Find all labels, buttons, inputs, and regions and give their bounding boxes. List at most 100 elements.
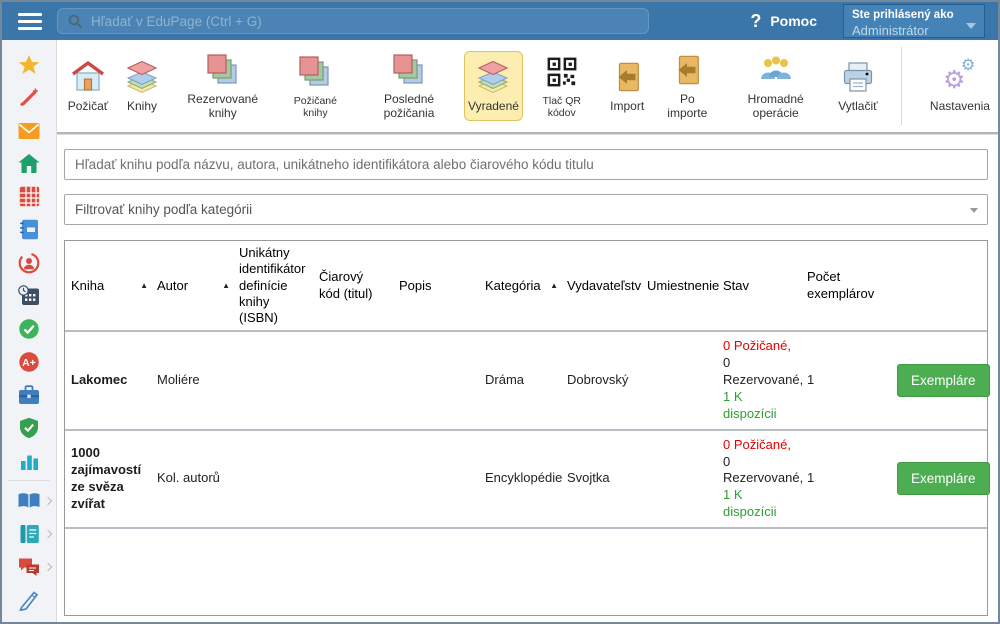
sidebar-item-calendar[interactable] bbox=[2, 279, 56, 312]
cell-ciarovy-kod bbox=[313, 473, 393, 485]
sidebar-item-substitution[interactable] bbox=[2, 246, 56, 279]
toolbar-item-posledne-pozicania[interactable]: Posledné požičania bbox=[354, 44, 463, 128]
sidebar-item-wizard[interactable] bbox=[2, 81, 56, 114]
hamburger-menu-icon[interactable] bbox=[2, 13, 57, 30]
cell-actions: Exempláre bbox=[891, 456, 996, 501]
sidebar-item-communication[interactable] bbox=[2, 550, 56, 583]
toolbar-item-import[interactable]: Import bbox=[600, 51, 654, 121]
sidebar-item-homework[interactable] bbox=[2, 583, 56, 616]
category-filter-select[interactable]: Filtrovať knihy podľa kategórii bbox=[64, 194, 988, 225]
toolbar-item-vytlacit[interactable]: Vytlačiť bbox=[831, 51, 885, 121]
toolbar-item-vyradene[interactable]: Vyradené bbox=[464, 51, 524, 121]
cell-autor: Kol. autorů bbox=[151, 464, 233, 493]
sidebar-item-grades[interactable]: A+ bbox=[2, 345, 56, 378]
status-available: 1 K dispozícii bbox=[723, 389, 776, 421]
documents-icon bbox=[19, 524, 40, 544]
toolbar-item-pozicane-knihy[interactable]: Požičané knihy bbox=[276, 46, 354, 126]
sort-asc-icon[interactable]: ▲ bbox=[140, 281, 148, 291]
sidebar-item-star[interactable] bbox=[2, 48, 56, 81]
column-header-isbn[interactable]: Unikátny identifikátor definície knihy (… bbox=[233, 241, 313, 330]
cell-actions: Exempláre bbox=[891, 358, 996, 403]
shield-check-icon bbox=[19, 417, 39, 439]
star-icon bbox=[18, 54, 40, 76]
toolbar-item-hromadne-operacie[interactable]: Hromadné operácie bbox=[720, 44, 831, 128]
bar-chart-icon bbox=[19, 451, 40, 471]
chevron-right-icon bbox=[44, 530, 52, 538]
cell-ciarovy-kod bbox=[313, 374, 393, 386]
toolbar-item-knihy[interactable]: Knihy bbox=[115, 51, 169, 121]
toolbar-item-pozicat[interactable]: Požičať bbox=[61, 51, 115, 121]
briefcase-icon bbox=[18, 385, 40, 405]
column-header-kategoria[interactable]: Kategória ▲ bbox=[479, 241, 561, 330]
cell-isbn bbox=[233, 473, 313, 485]
stacked-books-icon bbox=[391, 52, 427, 88]
global-search-input[interactable] bbox=[91, 14, 611, 29]
cell-kategoria: Dráma bbox=[479, 366, 561, 395]
question-mark-icon: ? bbox=[750, 11, 761, 32]
toolbar-label: Import bbox=[610, 100, 644, 114]
toolbar-label: Po importe bbox=[660, 93, 714, 121]
column-header-stav[interactable]: Stav bbox=[717, 241, 801, 330]
cell-stav: 0 Požičané, 0 Rezervované, 1 K dispozíci… bbox=[717, 332, 801, 428]
cell-umiestnenie bbox=[641, 374, 717, 386]
exemplare-button[interactable]: Exempláre bbox=[897, 364, 990, 397]
qr-code-icon bbox=[546, 56, 578, 88]
layers-icon bbox=[123, 59, 161, 95]
toolbar-item-po-importe[interactable]: Po importe bbox=[654, 44, 720, 128]
toolbar-label: Nastavenia bbox=[930, 100, 990, 114]
person-sync-icon bbox=[18, 252, 40, 274]
column-header-vydavatelstvo[interactable]: Vydavateľstv bbox=[561, 241, 641, 330]
column-header-autor[interactable]: Autor ▲ bbox=[151, 241, 233, 330]
sidebar-item-home[interactable] bbox=[2, 147, 56, 180]
toolbar-label: Vytlačiť bbox=[838, 100, 877, 114]
column-header-popis[interactable]: Popis bbox=[393, 241, 479, 330]
toolbar-label: Vyradené bbox=[468, 100, 519, 114]
column-header-kniha[interactable]: Kniha ▲ bbox=[65, 241, 151, 330]
exemplare-button[interactable]: Exempláre bbox=[897, 462, 990, 495]
user-menu[interactable]: Ste prihlásený ako Administrátor bbox=[843, 4, 985, 38]
column-header-ciarovy-kod[interactable]: Čiarový kód (titul) bbox=[313, 241, 393, 330]
cell-pocet-exemplarov: 1 bbox=[801, 366, 891, 395]
sidebar-item-attendance[interactable] bbox=[2, 312, 56, 345]
column-header-pocet-exemplarov[interactable]: Počet exemplárov bbox=[801, 241, 891, 330]
toolbar-item-tlac-qr-kodov[interactable]: Tlač QR kódov bbox=[523, 46, 600, 126]
sidebar-item-documents[interactable] bbox=[2, 517, 56, 550]
stacked-books-icon bbox=[205, 52, 241, 88]
sidebar-item-notebook[interactable] bbox=[2, 213, 56, 246]
sort-asc-icon[interactable]: ▲ bbox=[222, 281, 230, 291]
help-button[interactable]: ? Pomoc bbox=[750, 11, 817, 32]
toolbar-item-rezervovane-knihy[interactable]: Rezervované knihy bbox=[169, 44, 276, 128]
column-header-umiestnenie[interactable]: Umiestnenie bbox=[641, 241, 717, 330]
toolbar-divider bbox=[901, 47, 902, 125]
cell-popis bbox=[393, 473, 479, 485]
sidebar-item-results[interactable] bbox=[2, 444, 56, 477]
calendar-clock-icon bbox=[18, 285, 40, 306]
status-available: 1 K dispozícii bbox=[723, 487, 776, 519]
status-reserved: 0 Rezervované, bbox=[723, 454, 803, 486]
chevron-down-icon bbox=[966, 23, 976, 29]
signed-in-label: Ste prihlásený ako bbox=[852, 8, 976, 23]
category-filter-placeholder: Filtrovať knihy podľa kategórii bbox=[75, 202, 252, 217]
sidebar-item-timetable[interactable] bbox=[2, 180, 56, 213]
sidebar-item-admin[interactable] bbox=[2, 411, 56, 444]
sidebar-item-messages[interactable] bbox=[2, 114, 56, 147]
envelope-icon bbox=[18, 122, 40, 140]
toolbar-label: Požičané knihy bbox=[282, 95, 348, 119]
sidebar-item-agenda[interactable] bbox=[2, 378, 56, 411]
toolbar-item-nastavenia[interactable]: ⚙⚙ Nastavenia bbox=[926, 51, 994, 121]
left-sidebar: A+ bbox=[2, 40, 57, 622]
pen-icon bbox=[18, 589, 40, 611]
sidebar-item-library[interactable] bbox=[2, 484, 56, 517]
check-circle-icon bbox=[18, 318, 40, 340]
signed-in-user: Administrátor bbox=[852, 23, 976, 39]
layers-icon bbox=[474, 59, 512, 95]
global-search-box[interactable] bbox=[57, 8, 649, 34]
cell-popis bbox=[393, 374, 479, 386]
book-search-input[interactable] bbox=[64, 149, 988, 180]
cell-vydavatelstvo: Dobrovský bbox=[561, 366, 641, 395]
cell-isbn bbox=[233, 374, 313, 386]
sort-asc-icon[interactable]: ▲ bbox=[550, 281, 558, 291]
cell-kniha: 1000 zajímavostí ze svěza zvířat bbox=[65, 439, 151, 519]
toolbar-label: Požičať bbox=[68, 100, 109, 114]
toolbar-label: Tlač QR kódov bbox=[529, 95, 594, 119]
